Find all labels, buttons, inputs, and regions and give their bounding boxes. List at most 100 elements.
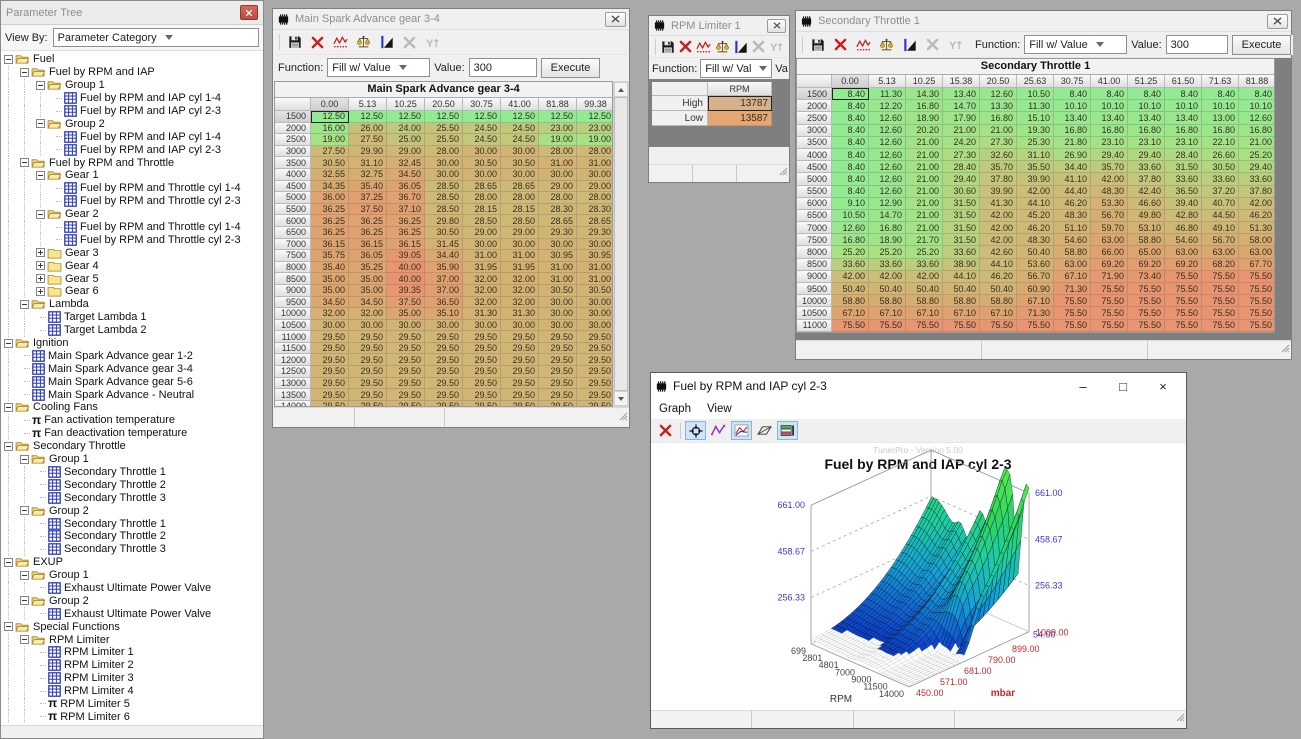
row-header[interactable]: 11000 (275, 331, 311, 343)
compare-icon[interactable] (353, 33, 374, 52)
expand-icon[interactable] (36, 287, 45, 296)
table-cell[interactable]: 44.10 (943, 271, 980, 283)
trace-icon[interactable] (853, 35, 874, 54)
table-cell[interactable]: 12.50 (501, 111, 539, 123)
row-header[interactable]: 12000 (275, 354, 311, 366)
row-header[interactable]: 13500 (275, 389, 311, 401)
table-cell[interactable]: 28.00 (463, 192, 501, 204)
table-cell[interactable]: 16.80 (869, 222, 906, 234)
column-header[interactable]: 0.00 (311, 98, 349, 111)
table-cell[interactable]: 48.30 (1054, 210, 1091, 222)
table-cell[interactable]: 10.10 (1054, 100, 1091, 112)
table-cell[interactable]: 29.50 (387, 366, 425, 378)
expand-icon[interactable] (36, 274, 45, 283)
tree-item[interactable]: Ignition (1, 337, 263, 350)
row-header[interactable]: 13000 (275, 378, 311, 390)
table-cell[interactable]: 35.75 (311, 250, 349, 262)
table-cell[interactable]: 75.50 (1202, 307, 1239, 319)
column-header[interactable]: 99.38 (577, 98, 613, 111)
table-cell[interactable]: 75.50 (1239, 295, 1275, 307)
table-cell[interactable]: 10.50 (832, 210, 869, 222)
close-icon[interactable] (240, 5, 258, 20)
table-cell[interactable]: 60.90 (1017, 283, 1054, 295)
table-cell[interactable]: 8.40 (1239, 88, 1275, 100)
table-cell[interactable]: 27.50 (349, 134, 387, 146)
table-cell[interactable]: 28.40 (943, 161, 980, 173)
tree-item[interactable]: RPM Limiter 3 (1, 672, 263, 685)
table-cell[interactable]: 30.00 (539, 308, 577, 320)
table-cell[interactable]: 50.40 (906, 283, 943, 295)
column-header[interactable]: 10.25 (906, 75, 943, 88)
table-cell[interactable]: 30.00 (349, 320, 387, 332)
column-header[interactable]: 71.63 (1202, 75, 1239, 88)
column-header[interactable]: 0.00 (832, 75, 869, 88)
table-cell[interactable]: 30.95 (577, 250, 613, 262)
table-cell[interactable]: 67.10 (1054, 271, 1091, 283)
delete-icon[interactable] (307, 33, 328, 52)
vertical-scrollbar[interactable] (613, 81, 629, 407)
table-cell[interactable]: 29.50 (577, 389, 613, 401)
graph-icon[interactable] (733, 37, 749, 56)
row-header[interactable]: 4000 (275, 169, 311, 181)
tree-item[interactable]: Main Spark Advance gear 5-6 (1, 375, 263, 388)
table-cell[interactable]: 24.50 (501, 134, 539, 146)
table-cell[interactable]: 31.95 (501, 262, 539, 274)
table-cell[interactable]: 36.25 (311, 227, 349, 239)
table-cell[interactable]: 46.20 (1054, 198, 1091, 210)
table-cell[interactable]: 63.00 (1202, 246, 1239, 258)
table-cell[interactable]: 75.50 (1165, 320, 1202, 332)
table-cell[interactable]: 31.00 (577, 157, 613, 169)
table-cell[interactable]: 31.00 (577, 273, 613, 285)
table-cell[interactable]: 16.80 (832, 234, 869, 246)
table-cell[interactable]: 8.40 (1165, 88, 1202, 100)
table-cell[interactable]: 69.20 (1091, 259, 1128, 271)
save-icon[interactable] (284, 33, 305, 52)
table-cell[interactable]: 31.50 (943, 198, 980, 210)
table-cell[interactable]: 30.00 (425, 320, 463, 332)
table-cell[interactable]: 31.30 (463, 308, 501, 320)
table-cell[interactable]: 71.90 (1091, 271, 1128, 283)
rpm-titlebar[interactable]: RPM Limiter 1 (649, 16, 789, 36)
collapse-icon[interactable] (20, 158, 29, 167)
table-cell[interactable]: 37.10 (387, 204, 425, 216)
table-cell[interactable]: 58.80 (869, 295, 906, 307)
row-header[interactable]: 7000 (797, 222, 832, 234)
table-cell[interactable]: 13.00 (1202, 112, 1239, 124)
delete-icon[interactable] (678, 37, 693, 56)
row-header[interactable]: 8000 (797, 246, 832, 258)
column-header[interactable]: 15.38 (943, 75, 980, 88)
table-cell[interactable]: 21.00 (943, 125, 980, 137)
tree-item[interactable]: Secondary Throttle (1, 440, 263, 453)
tree-item[interactable]: Group 2 (1, 594, 263, 607)
table-cell[interactable]: 42.00 (1091, 173, 1128, 185)
table-cell[interactable]: 29.00 (463, 227, 501, 239)
table-cell[interactable]: 28.15 (463, 204, 501, 216)
table-cell[interactable]: 10.10 (1202, 100, 1239, 112)
table-cell[interactable]: 75.50 (906, 320, 943, 332)
table-cell[interactable]: 29.50 (311, 378, 349, 390)
table-cell[interactable]: 21.00 (906, 222, 943, 234)
save-icon[interactable] (807, 35, 828, 54)
table-cell[interactable]: 36.25 (387, 227, 425, 239)
table-cell[interactable]: 66.00 (1091, 246, 1128, 258)
tree-item[interactable]: πRPM Limiter 5 (1, 698, 263, 711)
table-cell[interactable]: 21.80 (1054, 137, 1091, 149)
collapse-icon[interactable] (4, 403, 13, 412)
tree-item[interactable]: Target Lambda 1 (1, 311, 263, 324)
plane3d-icon[interactable] (754, 421, 775, 440)
table-cell[interactable]: 28.65 (463, 181, 501, 193)
table-cell[interactable]: 31.95 (463, 262, 501, 274)
table-cell[interactable]: 11.30 (1017, 100, 1054, 112)
tree-item[interactable]: Secondary Throttle 1 (1, 466, 263, 479)
row-header[interactable]: 8000 (275, 262, 311, 274)
table-cell[interactable]: 25.30 (1017, 137, 1054, 149)
table-cell[interactable]: 8.40 (832, 88, 869, 100)
tree-item[interactable]: Group 1 (1, 453, 263, 466)
table-cell[interactable]: 31.00 (539, 157, 577, 169)
table-cell[interactable]: 26.60 (1202, 149, 1239, 161)
table-cell[interactable]: 34.50 (387, 169, 425, 181)
table-cell[interactable]: 27.30 (980, 137, 1017, 149)
table-cell[interactable]: 50.40 (943, 283, 980, 295)
table-cell[interactable]: 28.30 (577, 204, 613, 216)
row-header[interactable]: 9000 (275, 285, 311, 297)
